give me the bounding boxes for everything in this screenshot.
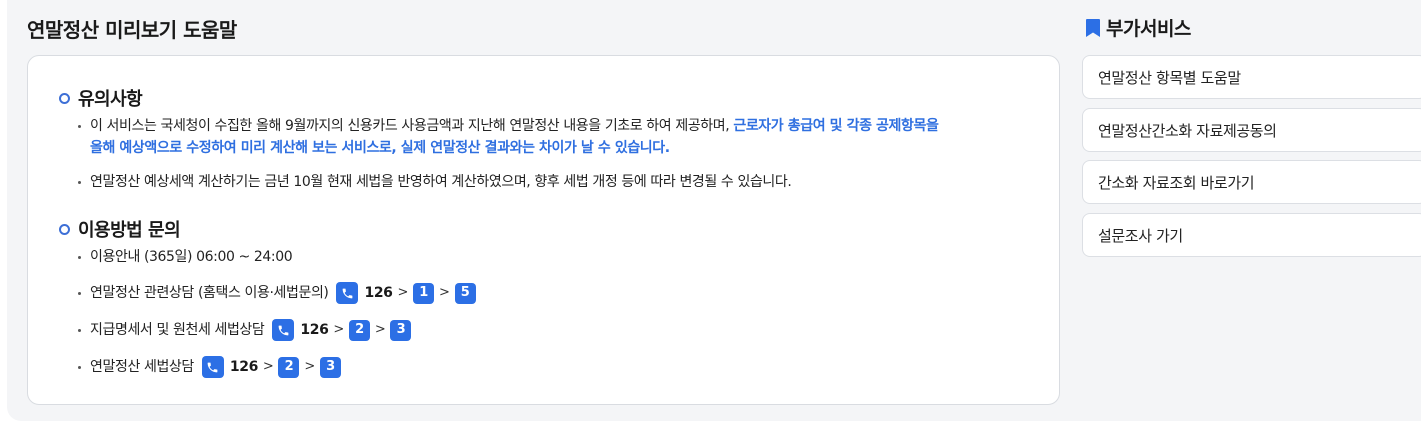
extra-link-simplified-lookup[interactable]: 간소화 자료조회 바로가기: [1082, 160, 1421, 204]
notice-item-1-highlight-2: 올해 예상액으로 수정하여 미리 계산해 보는 서비스로, 실제 연말정산 결과…: [90, 140, 670, 156]
notice-heading: 유의사항: [59, 85, 143, 111]
contact-label: 지급명세서 및 원천세 세법상담: [90, 322, 265, 338]
menu-step-badge: 3: [390, 319, 412, 341]
menu-step-badge: 2: [348, 319, 370, 341]
notice-heading-text: 유의사항: [78, 89, 143, 110]
contact-label: 연말정산 세법상담: [90, 359, 194, 375]
chevron-right-icon: >: [374, 322, 386, 337]
contact-item-2: 지급명세서 및 원천세 세법상담 126 > 2 > 3: [76, 319, 1036, 341]
extra-services-title-text: 부가서비스: [1106, 18, 1191, 40]
contact-item-1: 연말정산 관련상담 (홈택스 이용·세법문의) 126 > 1 > 5: [76, 282, 1036, 304]
circle-bullet-icon: [59, 223, 70, 235]
phone-number: 126: [364, 285, 393, 301]
usage-heading: 이용방법 문의: [59, 216, 181, 242]
menu-step-badge: 3: [319, 356, 341, 378]
contact-item-3: 연말정산 세법상담 126 > 2 > 3: [76, 356, 1036, 378]
extra-services-title: 부가서비스: [1086, 14, 1191, 41]
contact-label: 연말정산 관련상담 (홈택스 이용·세법문의): [90, 285, 329, 301]
chevron-right-icon: >: [304, 359, 315, 374]
extra-link-simplified-consent[interactable]: 연말정산간소화 자료제공동의: [1082, 108, 1421, 152]
circle-bullet-icon: [59, 92, 70, 104]
menu-step-badge: 5: [454, 282, 476, 304]
phone-number: 126: [229, 359, 258, 375]
page-title: 연말정산 미리보기 도움말: [27, 18, 237, 42]
notice-item-2: 연말정산 예상세액 계산하기는 금년 10월 현재 세법을 반영하여 계산하였으…: [76, 171, 1036, 193]
chevron-right-icon: >: [397, 285, 409, 300]
phone-icon: [272, 319, 295, 341]
notice-item-1: 이 서비스는 국세청이 수집한 올해 9월까지의 신용카드 사용금액과 지난해 …: [76, 115, 1036, 159]
phone-icon: [336, 282, 359, 304]
notice-item-1-highlight: 근로자가 총급여 및 각종 공제항목을: [733, 118, 939, 134]
extra-link-survey[interactable]: 설문조사 가기: [1082, 213, 1421, 257]
menu-step-badge: 2: [278, 356, 300, 378]
menu-step-badge: 1: [413, 282, 435, 304]
chevron-right-icon: >: [439, 285, 450, 300]
usage-heading-text: 이용방법 문의: [78, 220, 181, 241]
bookmark-icon: [1086, 18, 1100, 37]
phone-icon: [201, 356, 224, 378]
chevron-right-icon: >: [333, 322, 344, 337]
extra-link-item-help[interactable]: 연말정산 항목별 도움말: [1082, 55, 1421, 99]
notice-item-1-text: 이 서비스는 국세청이 수집한 올해 9월까지의 신용카드 사용금액과 지난해 …: [90, 118, 734, 134]
usage-hours: 이용안내 (365일) 06:00 ~ 24:00: [76, 246, 1036, 268]
chevron-right-icon: >: [262, 359, 274, 374]
help-card: 유의사항 이 서비스는 국세청이 수집한 올해 9월까지의 신용카드 사용금액과…: [27, 55, 1060, 405]
phone-number: 126: [300, 322, 329, 338]
